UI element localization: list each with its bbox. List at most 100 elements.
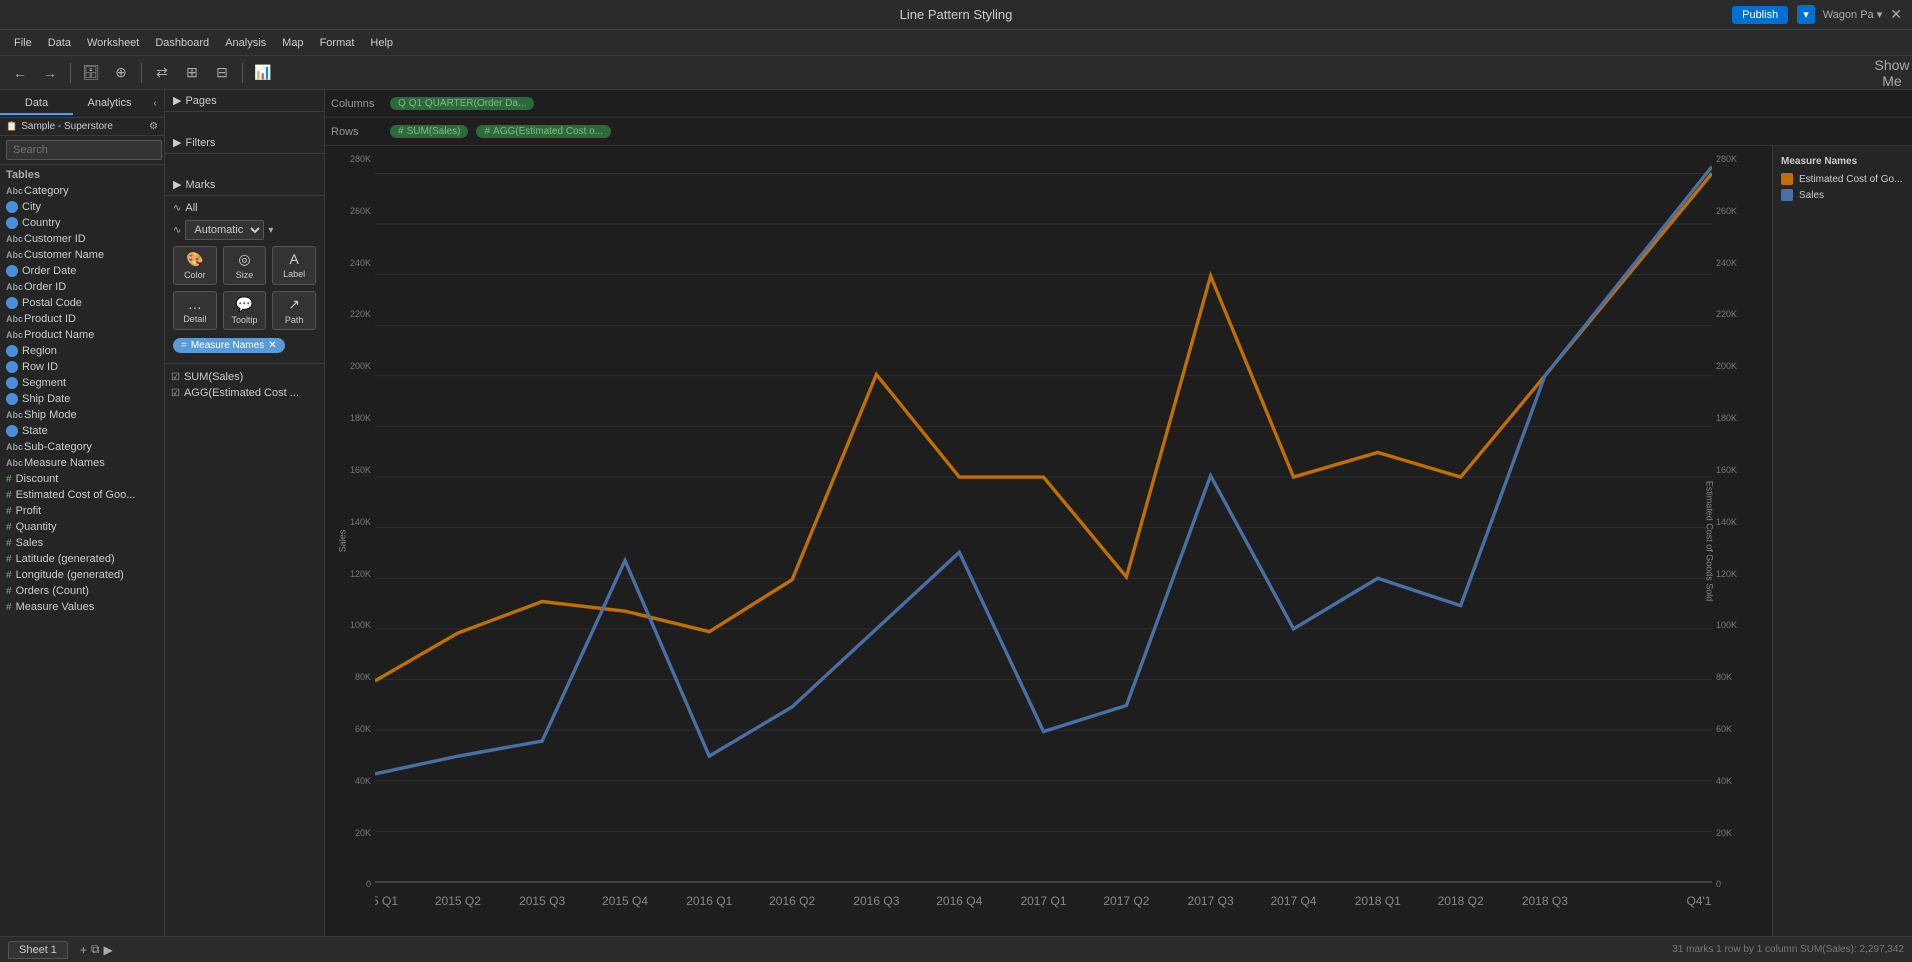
- meas-sales[interactable]: #Sales: [0, 535, 164, 551]
- meas-longitude[interactable]: #Longitude (generated): [0, 567, 164, 583]
- toolbar-swap[interactable]: ⇄: [150, 61, 174, 85]
- marks-tooltip-btn[interactable]: 💬 Tooltip: [223, 291, 267, 330]
- filters-arrow: ▶: [173, 136, 181, 149]
- dim-country[interactable]: Country: [0, 215, 164, 231]
- toolbar-redo[interactable]: →: [38, 61, 62, 85]
- filters-section: ▶ Filters: [165, 132, 324, 154]
- toolbar-connect[interactable]: ⊕: [109, 61, 133, 85]
- meas-estimatedcost[interactable]: #Estimated Cost of Goo...: [0, 487, 164, 503]
- marks-label-btn[interactable]: A Label: [272, 246, 316, 285]
- measure-names-pill-close[interactable]: ✕: [268, 340, 276, 351]
- marks-color-btn[interactable]: 🎨 Color: [173, 246, 217, 285]
- filter-agg-estimated: ☑ AGG(Estimated Cost ...: [165, 385, 324, 401]
- toolbar-undo[interactable]: ←: [8, 61, 32, 85]
- search-input[interactable]: [6, 140, 162, 160]
- columns-pill-label: Q1 QUARTER(Order Da...: [409, 98, 527, 109]
- svg-text:2018 Q1: 2018 Q1: [1355, 894, 1401, 908]
- dim-state-icon: [6, 425, 18, 437]
- toolbar-show-me-right[interactable]: Show Me: [1880, 61, 1904, 85]
- marks-path-btn[interactable]: ↗ Path: [272, 291, 316, 330]
- dim-customername[interactable]: AbcCustomer Name: [0, 247, 164, 263]
- dim-measurenames[interactable]: AbcMeasure Names: [0, 455, 164, 471]
- toolbar-show-me[interactable]: 📊: [251, 61, 275, 85]
- filters-label: Filters: [185, 137, 215, 149]
- svg-text:Q4'18 Q4: Q4'18 Q4: [1686, 894, 1712, 908]
- marks-size-btn[interactable]: ◎ Size: [223, 246, 267, 285]
- svg-text:2016 Q3: 2016 Q3: [853, 894, 899, 908]
- meas-measurevalues[interactable]: #Measure Values: [0, 599, 164, 615]
- dim-subcategory[interactable]: AbcSub-Category: [0, 439, 164, 455]
- dim-region[interactable]: Region: [0, 343, 164, 359]
- toolbar-sort[interactable]: ⊞: [180, 61, 204, 85]
- dim-productname-icon: Abc: [6, 330, 20, 340]
- dim-productname[interactable]: AbcProduct Name: [0, 327, 164, 343]
- dim-subcategory-icon: Abc: [6, 442, 20, 452]
- dim-rowid[interactable]: Row ID: [0, 359, 164, 375]
- meas-longitude-icon: #: [6, 570, 12, 581]
- menu-file[interactable]: File: [8, 35, 38, 51]
- menu-worksheet[interactable]: Worksheet: [81, 35, 145, 51]
- meas-profit[interactable]: #Profit: [0, 503, 164, 519]
- panel-collapse-btn[interactable]: ‹: [146, 95, 164, 113]
- user-label[interactable]: Wagon Pa ▾: [1823, 8, 1883, 21]
- dim-shipdate[interactable]: Ship Date: [0, 391, 164, 407]
- dim-postalcode[interactable]: Postal Code: [0, 295, 164, 311]
- publish-button[interactable]: Publish: [1732, 6, 1788, 24]
- columns-pill[interactable]: Q Q1 QUARTER(Order Da...: [390, 97, 534, 110]
- menu-bar: File Data Worksheet Dashboard Analysis M…: [0, 30, 1912, 56]
- rows-label: Rows: [331, 126, 386, 138]
- legend-title: Measure Names: [1781, 156, 1904, 167]
- toolbar-new-datasource[interactable]: 🗄: [79, 61, 103, 85]
- dim-city[interactable]: City: [0, 199, 164, 215]
- menu-data[interactable]: Data: [42, 35, 77, 51]
- menu-dashboard[interactable]: Dashboard: [149, 35, 215, 51]
- dim-shipmode[interactable]: AbcShip Mode: [0, 407, 164, 423]
- meas-estimatedcost-icon: #: [6, 490, 12, 501]
- meas-latitude[interactable]: #Latitude (generated): [0, 551, 164, 567]
- right-legend: Measure Names Estimated Cost of Go... Sa…: [1772, 146, 1912, 936]
- filter-sum-sales: ☑ SUM(Sales): [165, 369, 324, 385]
- dim-orderid[interactable]: AbcOrder ID: [0, 279, 164, 295]
- dim-segment[interactable]: Segment: [0, 375, 164, 391]
- legend-item-estimated: Estimated Cost of Go...: [1781, 173, 1904, 185]
- meas-latitude-icon: #: [6, 554, 12, 565]
- meas-orderscount[interactable]: #Orders (Count): [0, 583, 164, 599]
- y-right-label: Estimated Cost of Goods Sold: [1705, 481, 1715, 602]
- marks-type-select[interactable]: Automatic Line Bar Area: [185, 220, 264, 240]
- meas-discount[interactable]: #Discount: [0, 471, 164, 487]
- marks-arrow: ▶: [173, 178, 181, 191]
- close-button[interactable]: ✕: [1890, 6, 1902, 23]
- meas-sales-icon: #: [6, 538, 12, 549]
- measure-names-pill[interactable]: = Measure Names ✕: [173, 338, 285, 353]
- dim-category-icon: Abc: [6, 186, 20, 196]
- dim-productid[interactable]: AbcProduct ID: [0, 311, 164, 327]
- menu-map[interactable]: Map: [276, 35, 309, 51]
- y-axis-right: 280K260K240K220K200K180K160K140K120K100K…: [1712, 146, 1772, 936]
- menu-help[interactable]: Help: [364, 35, 399, 51]
- tab-data[interactable]: Data: [0, 93, 73, 115]
- publish-arrow-button[interactable]: ▾: [1797, 5, 1815, 24]
- meas-quantity[interactable]: #Quantity: [0, 519, 164, 535]
- middle-panel: ▶ Pages ▶ Filters ▶ Marks ∿ All ∿ Automa…: [165, 90, 325, 936]
- tab-analytics[interactable]: Analytics: [73, 93, 146, 115]
- menu-format[interactable]: Format: [314, 35, 361, 51]
- dim-customerid[interactable]: AbcCustomer ID: [0, 231, 164, 247]
- toolbar-fit[interactable]: ⊟: [210, 61, 234, 85]
- rows-pill-2[interactable]: # AGG(Estimated Cost o...: [476, 125, 611, 138]
- sheet-tab[interactable]: Sheet 1: [8, 941, 68, 959]
- copy-sheet-btn[interactable]: ⧉: [91, 942, 100, 957]
- rows-pill-1[interactable]: # SUM(Sales): [390, 125, 468, 138]
- present-btn[interactable]: ▶: [104, 942, 113, 957]
- marks-detail-btn[interactable]: … Detail: [173, 291, 217, 330]
- columns-shelf: Columns Q Q1 QUARTER(Order Da...: [325, 90, 1912, 118]
- dim-category[interactable]: AbcCategory: [0, 183, 164, 199]
- dim-state[interactable]: State: [0, 423, 164, 439]
- dim-orderdate[interactable]: Order Date: [0, 263, 164, 279]
- datasource-label[interactable]: Sample - Superstore: [21, 121, 145, 132]
- marks-type-row: ∿ Automatic Line Bar Area ▾: [173, 220, 316, 240]
- menu-analysis[interactable]: Analysis: [219, 35, 272, 51]
- new-sheet-btn[interactable]: +: [80, 942, 87, 957]
- marks-tooltip-icon: 💬: [236, 296, 253, 313]
- marks-label: Marks: [185, 179, 215, 191]
- marks-dropdown-icon: ▾: [268, 225, 273, 236]
